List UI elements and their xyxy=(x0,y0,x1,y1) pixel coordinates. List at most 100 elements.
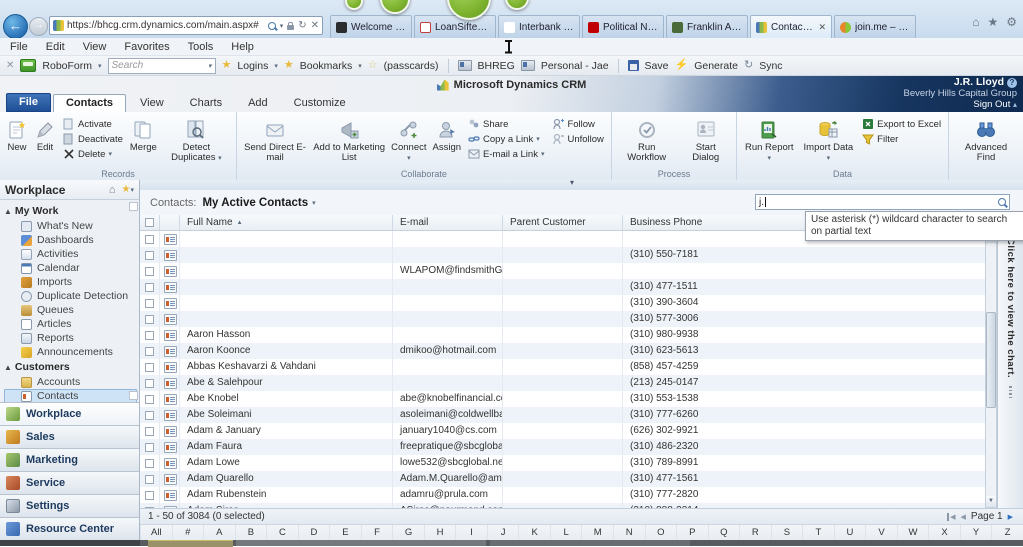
section-customers[interactable]: ▲Customers xyxy=(4,359,137,375)
row-checkbox[interactable] xyxy=(145,363,154,372)
deactivate-button[interactable]: Deactivate xyxy=(61,132,125,146)
scroll-up-icon[interactable] xyxy=(129,202,138,211)
table-row[interactable]: Adam Quarello Adam.M.Quarello@ampf.... (… xyxy=(140,471,985,487)
row-checkbox[interactable] xyxy=(145,411,154,420)
table-row[interactable]: WLAPOM@findsmithGRO... xyxy=(140,263,985,279)
roboform-menu[interactable]: RoboForm xyxy=(42,60,92,72)
row-checkbox[interactable] xyxy=(145,267,154,276)
cell-full-name[interactable] xyxy=(180,279,393,295)
cell-full-name[interactable] xyxy=(180,263,393,279)
merge-button[interactable]: Merge xyxy=(127,114,160,153)
chart-flyout-label[interactable]: Click here to view the chart. xyxy=(1005,238,1016,378)
row-checkbox[interactable] xyxy=(145,491,154,500)
row-checkbox[interactable] xyxy=(145,315,154,324)
table-row[interactable]: Adam Lowe lowe532@sbcglobal.net (310) 78… xyxy=(140,455,985,471)
follow-button[interactable]: Follow xyxy=(550,117,605,131)
alphabet-filter[interactable]: O xyxy=(645,525,677,540)
personal-passcard-button[interactable]: Personal - Jae xyxy=(541,60,609,72)
alphabet-filter[interactable]: M xyxy=(581,525,613,540)
toolbar-close-icon[interactable]: ✕ xyxy=(6,60,14,71)
menu-item[interactable]: File xyxy=(10,41,28,53)
row-checkbox[interactable] xyxy=(145,459,154,468)
stop-icon[interactable]: ✕ xyxy=(311,21,319,31)
prev-page-icon[interactable]: ◀ xyxy=(961,513,966,521)
cell-full-name[interactable]: Abe Soleimani xyxy=(180,407,393,423)
tree-scrollbar[interactable] xyxy=(129,200,139,402)
sidebar-item[interactable]: Accounts xyxy=(4,375,137,389)
collapse-ribbon-icon[interactable]: ▴ xyxy=(1013,100,1017,109)
browser-back-button[interactable]: ← xyxy=(3,14,28,39)
scroll-down-icon[interactable]: ▼ xyxy=(986,496,996,507)
alphabet-filter[interactable]: S xyxy=(771,525,803,540)
alphabet-filter[interactable]: A xyxy=(203,525,235,540)
sidebar-item[interactable]: Duplicate Detection xyxy=(4,289,137,303)
cell-full-name[interactable]: Adam Rubenstein xyxy=(180,487,393,503)
cell-full-name[interactable]: Adam Quarello xyxy=(180,471,393,487)
dropdown-icon[interactable]: ▾ xyxy=(280,22,284,30)
select-all-checkbox[interactable] xyxy=(145,218,154,227)
browser-forward-button[interactable]: → xyxy=(29,17,48,36)
nav-button[interactable]: Workplace xyxy=(0,402,139,425)
alphabet-filter[interactable]: H xyxy=(424,525,456,540)
edit-button[interactable]: Edit xyxy=(31,114,59,153)
export-to-excel-button[interactable]: Export to Excel xyxy=(860,117,943,131)
cell-full-name[interactable]: Abe & Salehpour xyxy=(180,375,393,391)
alphabet-filter[interactable]: # xyxy=(172,525,204,540)
select-all-cell[interactable] xyxy=(140,215,160,230)
table-row[interactable]: (310) 477-1511 xyxy=(140,279,985,295)
nav-button[interactable]: Resource Center xyxy=(0,517,139,540)
alphabet-filter[interactable]: X xyxy=(928,525,960,540)
table-row[interactable]: Abe & Salehpour (213) 245-0147 xyxy=(140,375,985,391)
alphabet-filter[interactable]: B xyxy=(235,525,267,540)
cell-full-name[interactable]: Aaron Koonce xyxy=(180,343,393,359)
logins-button[interactable]: Logins xyxy=(237,60,268,72)
alphabet-filter[interactable]: V xyxy=(865,525,897,540)
view-selector[interactable]: My Active Contacts xyxy=(202,197,308,209)
row-checkbox[interactable] xyxy=(145,299,154,308)
connect-button[interactable]: Connect▾ xyxy=(388,114,429,164)
delete-button[interactable]: Delete▾ xyxy=(61,147,125,161)
alphabet-filter[interactable]: G xyxy=(392,525,424,540)
sidebar-item[interactable]: Queues xyxy=(4,303,137,317)
ribbon-tab[interactable]: Contacts xyxy=(53,94,126,112)
menu-item[interactable]: Edit xyxy=(46,41,65,53)
alphabet-filter[interactable]: N xyxy=(613,525,645,540)
next-page-icon[interactable]: ▶ xyxy=(1008,513,1013,521)
settings-gear-icon[interactable]: ⚙ xyxy=(1006,17,1017,27)
tab-close-icon[interactable]: ✕ xyxy=(818,22,826,33)
alphabet-filter[interactable]: W xyxy=(897,525,929,540)
sidebar-item[interactable]: What's New xyxy=(4,219,137,233)
favorites-star-icon[interactable]: ★ xyxy=(987,17,998,27)
copy-a-link-button[interactable]: Copy a Link▾ xyxy=(466,132,546,146)
alphabet-filter[interactable]: All xyxy=(140,525,172,540)
help-icon[interactable]: ? xyxy=(1007,78,1017,88)
chevron-down-icon[interactable]: ▾ xyxy=(570,178,574,187)
ribbon-tab[interactable]: Add xyxy=(236,95,280,112)
table-row[interactable]: Adam Rubenstein adamru@prula.com (310) 7… xyxy=(140,487,985,503)
browser-tab[interactable]: Political News,... ✕ xyxy=(582,15,664,38)
table-row[interactable]: (310) 577-3006 xyxy=(140,311,985,327)
vertical-scrollbar[interactable]: ▲ ▼ xyxy=(985,231,997,508)
roboform-save-button[interactable]: Save xyxy=(645,60,669,72)
scroll-down-icon[interactable] xyxy=(129,391,138,400)
share-button[interactable]: Share xyxy=(466,117,546,131)
sidebar-item[interactable]: Imports xyxy=(4,275,137,289)
unfollow-button[interactable]: Unfollow xyxy=(550,132,605,146)
roboform-sync-button[interactable]: Sync xyxy=(759,60,782,72)
table-row[interactable]: Abbas Keshavarzi & Vahdani (858) 457-425… xyxy=(140,359,985,375)
table-row[interactable]: Adam & January january1040@cs.com (626) … xyxy=(140,423,985,439)
bhreg-passcard-button[interactable]: BHREG xyxy=(478,60,515,72)
alphabet-filter[interactable]: R xyxy=(739,525,771,540)
nav-button[interactable]: Marketing xyxy=(0,448,139,471)
detect-duplicates-button[interactable]: Detect Duplicates ▾ xyxy=(160,114,233,164)
passcards-button[interactable]: (passcards) xyxy=(384,60,439,72)
alphabet-filter[interactable]: L xyxy=(550,525,582,540)
table-row[interactable]: Aaron Koonce dmikoo@hotmail.com (310) 62… xyxy=(140,343,985,359)
table-row[interactable]: Abe Knobel abe@knobelfinancial.com (310)… xyxy=(140,391,985,407)
alphabet-filter[interactable]: E xyxy=(329,525,361,540)
alphabet-filter[interactable]: I xyxy=(455,525,487,540)
alphabet-filter[interactable]: U xyxy=(834,525,866,540)
ribbon-tab[interactable]: Customize xyxy=(282,95,358,112)
alphabet-filter[interactable]: T xyxy=(802,525,834,540)
send-direct-email-button[interactable]: Send Direct E-mail xyxy=(240,114,310,163)
